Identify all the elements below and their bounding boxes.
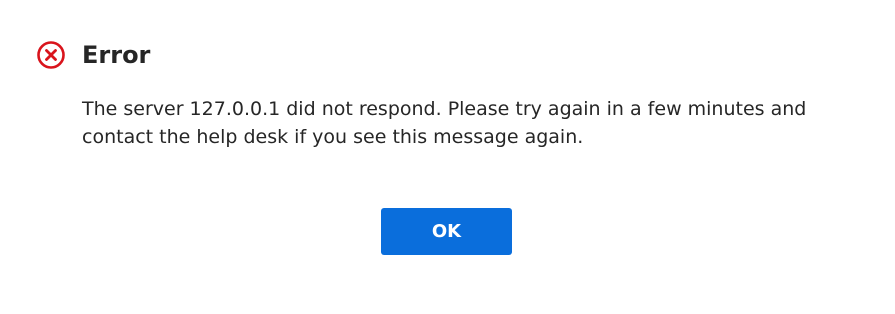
ok-button[interactable]: OK <box>381 208 512 255</box>
dialog-title: Error <box>82 41 151 69</box>
error-circle-x-icon <box>36 40 66 70</box>
dialog-header: Error <box>36 38 150 72</box>
error-dialog: Error The server 127.0.0.1 did not respo… <box>0 0 895 314</box>
error-message: The server 127.0.0.1 did not respond. Pl… <box>82 98 807 148</box>
